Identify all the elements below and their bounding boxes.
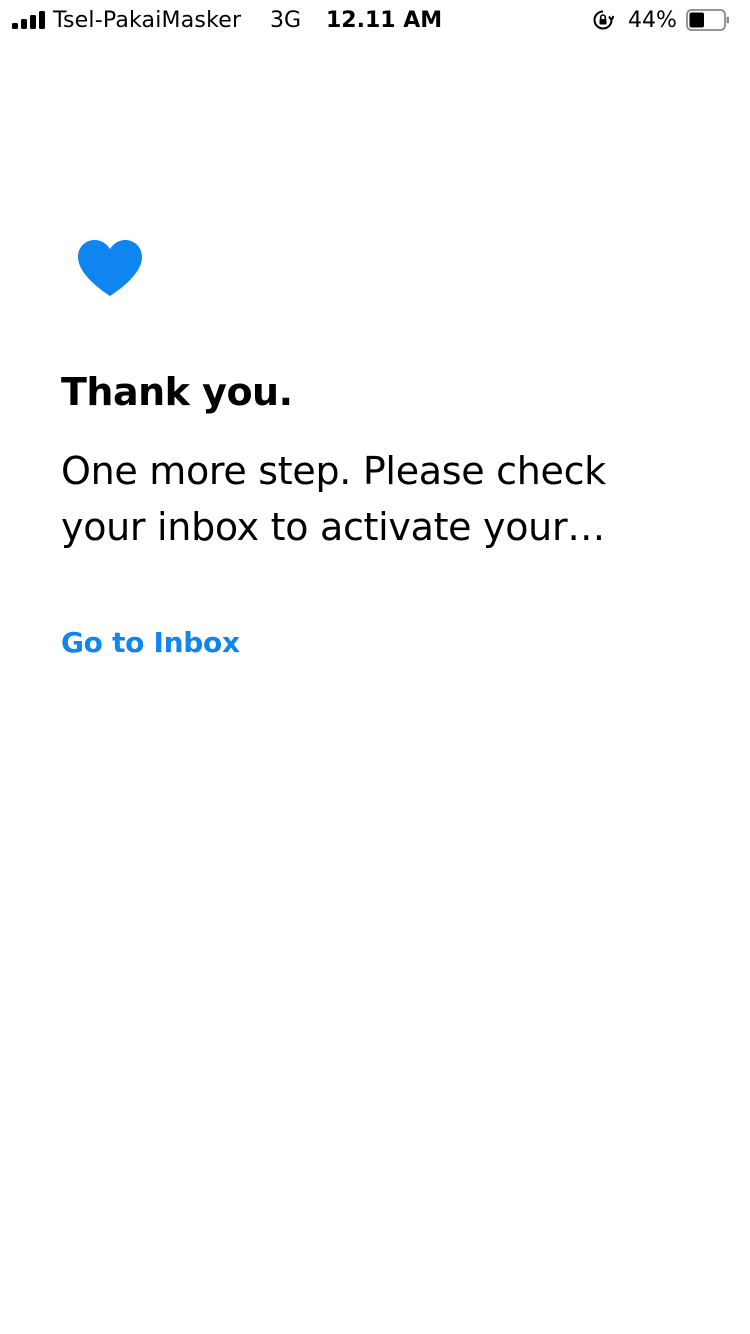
signal-strength-icon: [12, 11, 46, 29]
go-to-inbox-link[interactable]: Go to Inbox: [61, 626, 240, 659]
battery-icon: [686, 9, 729, 31]
rotation-lock-icon: [593, 10, 614, 30]
status-time: 12.11 AM: [326, 8, 443, 33]
page-title: Thank you.: [61, 370, 293, 414]
network-type: 3G: [270, 8, 302, 33]
status-bar: Tsel-PakaiMasker 3G 12.11 AM 44%: [0, 0, 750, 40]
confirmation-message: One more step. Please check your inbox t…: [61, 449, 606, 549]
carrier-name: Tsel-PakaiMasker: [53, 8, 242, 33]
battery-percent: 44%: [628, 8, 677, 33]
heart-icon: [78, 240, 142, 296]
